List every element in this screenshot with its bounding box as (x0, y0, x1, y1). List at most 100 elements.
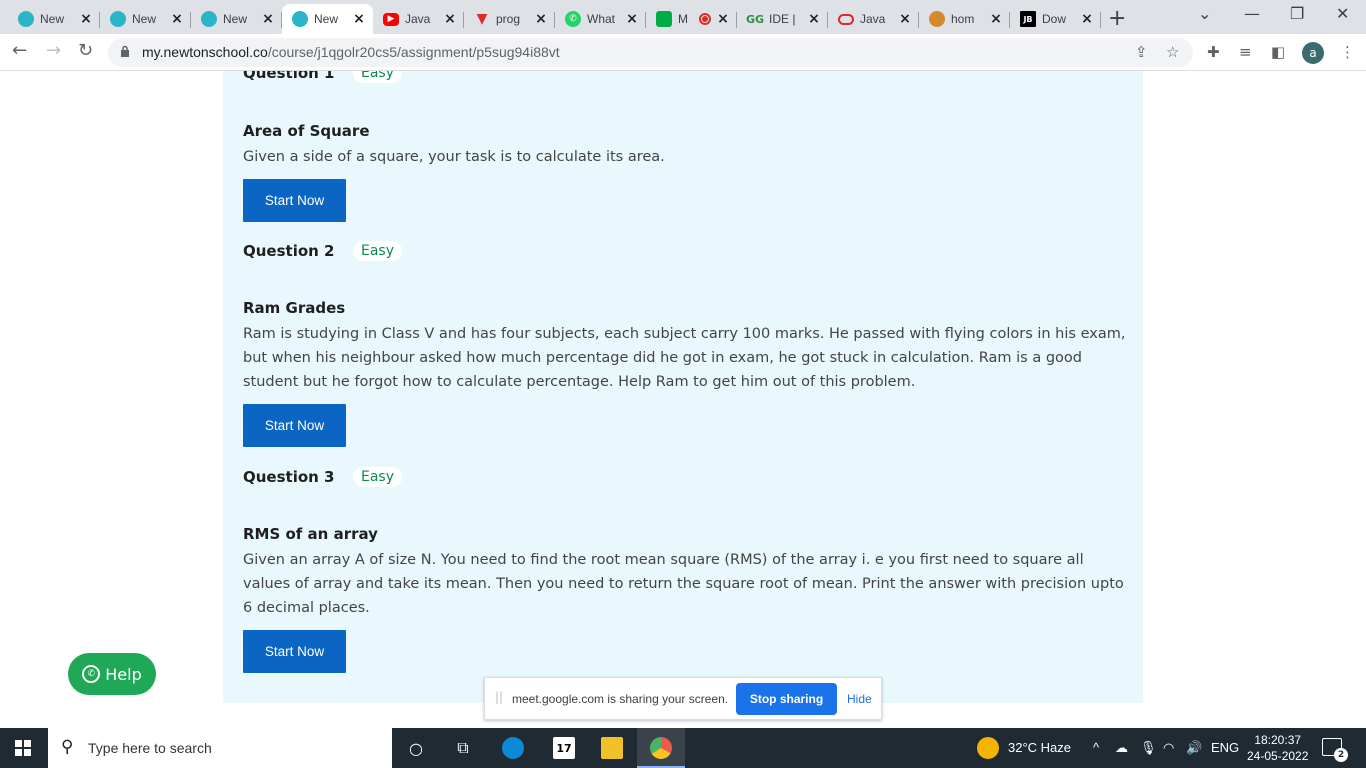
browser-tab[interactable]: ▼ prog × (464, 4, 555, 34)
question-header: Question 2 Easy (243, 241, 403, 261)
minimize-icon[interactable]: — (1244, 4, 1260, 23)
share-icon[interactable]: ⇪ (1135, 43, 1148, 61)
onedrive-icon[interactable]: ☁ (1115, 740, 1128, 756)
tab-search-icon[interactable]: ⌄ (1198, 4, 1211, 23)
reload-icon[interactable]: ↻ (78, 40, 93, 61)
task-view-icon[interactable]: ⧉ (452, 737, 474, 759)
gfg-icon: GG (745, 12, 765, 26)
active-app-highlight (637, 728, 685, 768)
meet-icon (656, 11, 672, 27)
close-tab-icon[interactable]: × (169, 11, 185, 27)
browser-tab[interactable]: hom × (919, 4, 1010, 34)
newton-icon (110, 11, 126, 27)
page-viewport: Question 1 Easy Area of Square Given a s… (0, 71, 1366, 728)
tab-title: New (314, 12, 339, 26)
restore-icon[interactable]: ❐ (1290, 4, 1304, 23)
newton-icon (201, 11, 217, 27)
microphone-icon[interactable]: 🎙 (1140, 740, 1157, 756)
screen-share-bar: || meet.google.com is sharing your scree… (484, 677, 882, 720)
oracle-icon (838, 13, 854, 25)
drag-handle-icon[interactable]: || (495, 690, 503, 704)
tab-title: prog (496, 12, 521, 26)
close-tab-icon[interactable]: × (533, 11, 549, 27)
assignment-panel: Question 1 Easy Area of Square Given a s… (223, 71, 1143, 703)
side-panel-icon[interactable]: ◧ (1271, 43, 1285, 61)
question-title[interactable]: RMS of an array (243, 525, 378, 543)
browser-tab-active[interactable]: New × (282, 4, 373, 34)
notification-count: 2 (1334, 748, 1348, 762)
close-tab-icon[interactable]: × (988, 11, 1004, 27)
start-now-button[interactable]: Start Now (243, 404, 346, 447)
share-message: meet.google.com is sharing your screen. (512, 692, 729, 706)
address-bar[interactable]: my.newtonschool.co/course/j1qgolr20cs5/a… (108, 38, 1193, 67)
question-number: Question 1 (243, 71, 335, 82)
question-description: Ram is studying in Class V and has four … (243, 326, 1126, 390)
recording-icon (699, 13, 711, 25)
browser-tab[interactable]: New × (100, 4, 191, 34)
forward-icon[interactable]: → (46, 40, 61, 61)
start-now-button[interactable]: Start Now (243, 179, 346, 222)
profile-avatar[interactable]: a (1302, 42, 1324, 64)
tradingview-icon[interactable]: 17 (553, 737, 575, 759)
start-now-button[interactable]: Start Now (243, 630, 346, 673)
close-tab-icon[interactable]: × (624, 11, 640, 27)
file-explorer-icon[interactable] (601, 737, 623, 759)
tab-title: hom (951, 12, 975, 26)
edge-icon[interactable] (502, 737, 524, 759)
tab-title: Java (860, 12, 886, 26)
question-title[interactable]: Area of Square (243, 122, 370, 140)
browser-tab[interactable]: M × (646, 4, 737, 34)
extensions-icon[interactable]: ✚ (1207, 43, 1220, 61)
browser-tab[interactable]: Java × (828, 4, 919, 34)
close-tab-icon[interactable]: × (260, 11, 276, 27)
browser-tab[interactable]: ✆ What × (555, 4, 646, 34)
help-button[interactable]: ✆ Help (68, 653, 156, 695)
close-tab-icon[interactable]: × (715, 11, 731, 27)
cortana-icon[interactable]: ○ (405, 737, 427, 759)
difficulty-badge: Easy (353, 71, 403, 83)
clock-date: 24-05-2022 (1247, 749, 1309, 763)
close-tab-icon[interactable]: × (806, 11, 822, 27)
hide-link[interactable]: Hide (847, 692, 872, 706)
weather-text[interactable]: 32°C Haze (1008, 740, 1071, 755)
search-placeholder: Type here to search (88, 740, 212, 756)
browser-tab[interactable]: New × (191, 4, 282, 34)
vivaldi-icon: ▼ (476, 11, 488, 27)
help-label: Help (105, 664, 142, 684)
clock[interactable]: 18:20:37 24-05-2022 (1247, 732, 1308, 764)
language-indicator[interactable]: ENG (1211, 740, 1239, 755)
youtube-icon: ▶ (383, 12, 399, 26)
back-icon[interactable]: ← (12, 40, 27, 61)
taskbar-search-box[interactable]: ⚲ Type here to search (48, 728, 392, 768)
browser-tab[interactable]: ▶ Java × (373, 4, 464, 34)
new-tab-button[interactable]: + (1108, 6, 1126, 31)
close-window-icon[interactable]: ✕ (1336, 4, 1349, 23)
tab-title: M (678, 12, 688, 26)
close-tab-icon[interactable]: × (1079, 11, 1095, 27)
tray-chevron-icon[interactable]: ^ (1093, 740, 1099, 755)
reading-list-icon[interactable]: ≡ (1239, 43, 1252, 61)
jb-icon: JB (1020, 11, 1036, 27)
bookmark-star-icon[interactable]: ☆ (1166, 43, 1179, 61)
close-tab-icon[interactable]: × (78, 11, 94, 27)
browser-tab[interactable]: GG IDE | × (737, 4, 828, 34)
browser-toolbar: ← → ↻ my.newtonschool.co/course/j1qgolr2… (0, 34, 1366, 71)
stop-sharing-button[interactable]: Stop sharing (736, 683, 837, 715)
volume-icon[interactable]: 🔊 (1186, 740, 1202, 756)
wifi-icon[interactable]: ◠ (1163, 740, 1174, 756)
browser-tab[interactable]: JB Dow × (1010, 4, 1101, 34)
question-title[interactable]: Ram Grades (243, 299, 345, 317)
question-number: Question 2 (243, 242, 335, 260)
home-icon (929, 11, 945, 27)
question-header: Question 1 Easy (243, 71, 403, 83)
browser-tab[interactable]: New × (8, 4, 100, 34)
lock-icon (121, 45, 129, 57)
notification-icon[interactable]: 2 (1322, 738, 1348, 762)
menu-kebab-icon[interactable]: ⋮ (1340, 43, 1355, 61)
windows-start-icon[interactable] (15, 740, 31, 756)
close-tab-icon[interactable]: × (897, 11, 913, 27)
tab-title: New (132, 12, 157, 26)
close-tab-icon[interactable]: × (351, 11, 367, 27)
difficulty-badge: Easy (353, 467, 403, 487)
close-tab-icon[interactable]: × (442, 11, 458, 27)
